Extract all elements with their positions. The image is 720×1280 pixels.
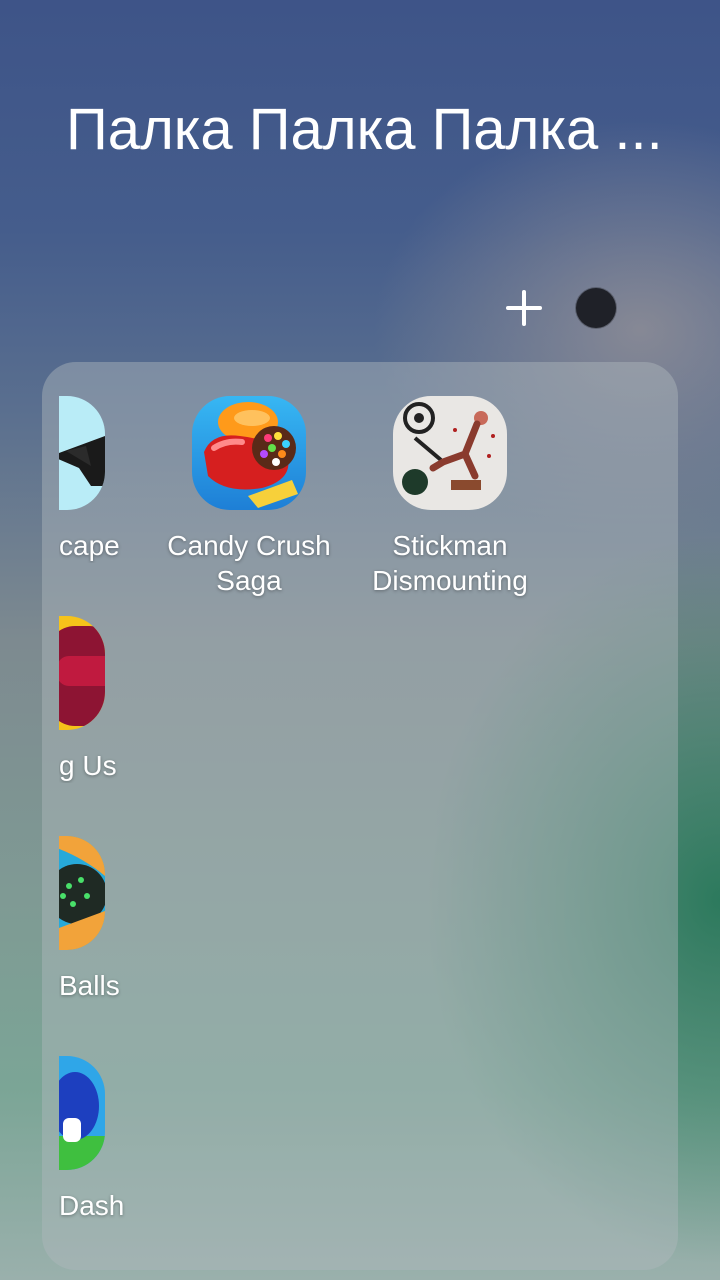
- among-us-icon: [59, 616, 105, 730]
- app-item-candy-crush[interactable]: Candy Crush Saga: [149, 396, 349, 598]
- app-label: cape: [59, 530, 120, 561]
- folder-panel: cape g Us Balls Dash Candy Crush Saga St…: [42, 362, 678, 1270]
- app-item-balls[interactable]: Balls: [59, 836, 149, 1003]
- app-label: g Us: [59, 750, 117, 781]
- candy-crush-icon: [192, 396, 306, 510]
- app-label: Candy Crush Saga: [167, 530, 331, 596]
- folder-color-button[interactable]: [576, 288, 616, 328]
- balls-game-icon: [59, 836, 105, 950]
- dash-game-icon: [59, 1056, 105, 1170]
- app-label: Dash: [59, 1190, 125, 1221]
- folder-title[interactable]: Палка Палка Палка ...: [66, 98, 666, 162]
- escape-game-icon: [59, 396, 105, 510]
- add-apps-button[interactable]: [504, 288, 544, 328]
- stickman-icon: [393, 396, 507, 510]
- app-item-stickman-dismounting[interactable]: Stickman Dismounting: [350, 396, 550, 598]
- app-label: Balls: [59, 970, 120, 1001]
- app-label: Stickman Dismounting: [372, 530, 528, 596]
- home-screen: Палка Палка Палка ... cape g Us Balls Da…: [0, 0, 720, 1280]
- app-item-dash[interactable]: Dash: [59, 1056, 149, 1223]
- app-item-among-us[interactable]: g Us: [59, 616, 149, 783]
- app-item-escape[interactable]: cape: [59, 396, 149, 563]
